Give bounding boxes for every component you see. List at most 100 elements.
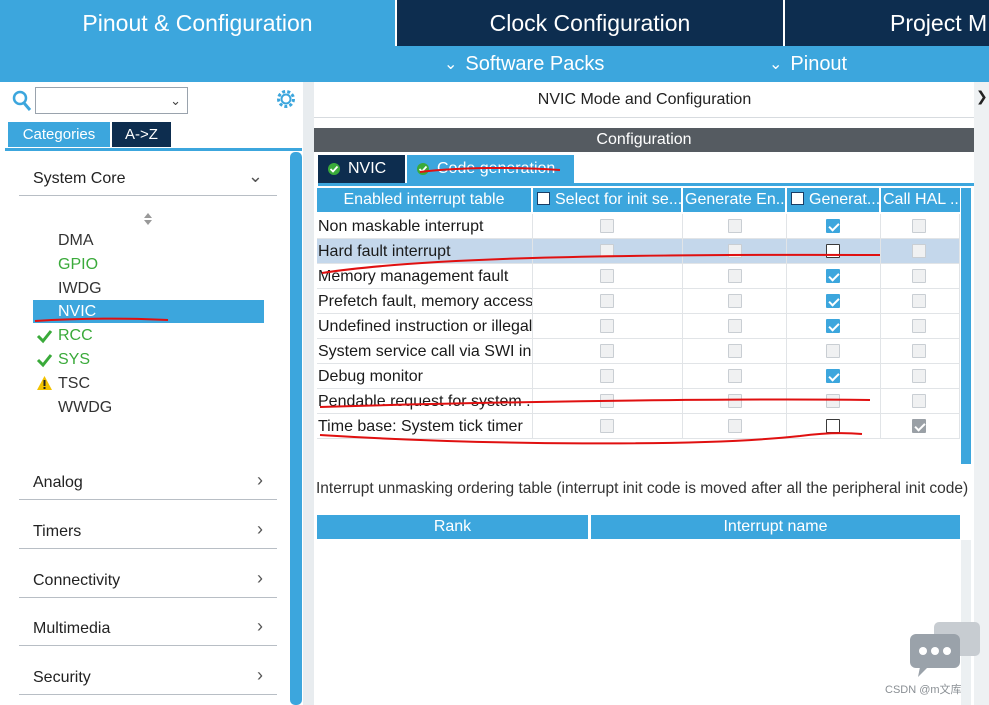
shield-check-icon <box>417 163 429 175</box>
tree-item-tsc[interactable]: TSC <box>33 372 264 395</box>
select-init-checkbox[interactable] <box>600 394 614 408</box>
table-row[interactable]: Non maskable interrupt <box>317 214 960 239</box>
generate-enable-cell <box>683 314 787 339</box>
generate-enable-checkbox[interactable] <box>728 419 742 433</box>
generate-enable-checkbox[interactable] <box>728 344 742 358</box>
column-header-call-hal[interactable]: Call HAL ... <box>881 188 960 212</box>
tree-item-sys[interactable]: SYS <box>33 348 264 371</box>
left-panel: ⌄ Categories A->Z System Core ⌄ DMA GPIO… <box>0 82 303 705</box>
select-init-checkbox[interactable] <box>600 294 614 308</box>
sort-icon[interactable] <box>142 212 154 226</box>
chevron-down-icon[interactable]: ⌄ <box>170 93 181 109</box>
call-hal-checkbox[interactable] <box>912 344 926 358</box>
generate-irq-checkbox[interactable] <box>826 294 840 308</box>
call-hal-checkbox[interactable] <box>912 219 926 233</box>
generate-enable-checkbox[interactable] <box>728 219 742 233</box>
generate-enable-cell <box>683 414 787 439</box>
generate-irq-checkbox[interactable] <box>826 394 840 408</box>
chat-bubble-icon[interactable] <box>908 622 982 678</box>
table-row[interactable]: Memory management fault <box>317 264 960 289</box>
panel-splitter[interactable] <box>303 82 314 705</box>
select-init-checkbox[interactable] <box>600 419 614 433</box>
select-all-checkbox[interactable] <box>537 192 550 205</box>
generate-irq-checkbox[interactable] <box>826 369 840 383</box>
select-init-checkbox[interactable] <box>600 219 614 233</box>
column-header-rank[interactable]: Rank <box>317 515 588 539</box>
table-row[interactable]: Undefined instruction or illegal... <box>317 314 960 339</box>
table-header: Enabled interrupt table Select for init … <box>317 188 960 212</box>
call-hal-cell <box>881 364 960 389</box>
call-hal-checkbox[interactable] <box>912 369 926 383</box>
call-hal-checkbox[interactable] <box>912 294 926 308</box>
generate-enable-cell <box>683 289 787 314</box>
tree-item-gpio[interactable]: GPIO <box>33 253 264 276</box>
search-icon[interactable] <box>12 90 32 112</box>
generate-enable-checkbox[interactable] <box>728 294 742 308</box>
section-multimedia[interactable]: Multimedia › <box>19 614 277 646</box>
select-init-checkbox[interactable] <box>600 344 614 358</box>
call-hal-checkbox[interactable] <box>912 394 926 408</box>
table-row[interactable]: Prefetch fault, memory access... <box>317 289 960 314</box>
section-connectivity[interactable]: Connectivity › <box>19 566 277 598</box>
section-analog[interactable]: Analog › <box>19 468 277 500</box>
section-system-core[interactable]: System Core ⌄ <box>19 164 277 196</box>
table-row[interactable]: Time base: System tick timer <box>317 414 960 439</box>
select-init-checkbox[interactable] <box>600 369 614 383</box>
generate-enable-checkbox[interactable] <box>728 269 742 283</box>
tree-item-rcc[interactable]: RCC <box>33 324 264 347</box>
table-row[interactable]: Hard fault interrupt <box>317 239 960 264</box>
generate-irq-checkbox[interactable] <box>826 269 840 283</box>
column-header-interrupt-name[interactable]: Interrupt name <box>591 515 960 539</box>
call-hal-checkbox[interactable] <box>912 319 926 333</box>
tab-pinout-configuration[interactable]: Pinout & Configuration <box>0 0 395 46</box>
tree-item-wwdg[interactable]: WWDG <box>33 396 264 419</box>
column-header-generate-irq[interactable]: Generat... <box>787 188 881 212</box>
unmask-ordering-label: Interrupt unmasking ordering table (inte… <box>316 480 969 497</box>
select-init-checkbox[interactable] <box>600 244 614 258</box>
generate-enable-checkbox[interactable] <box>728 394 742 408</box>
generate-irq-cell <box>787 239 881 264</box>
call-hal-checkbox[interactable] <box>912 244 926 258</box>
table-row[interactable]: Pendable request for system ... <box>317 389 960 414</box>
select-init-checkbox[interactable] <box>600 269 614 283</box>
software-packs-menu[interactable]: ⌄ Software Packs <box>444 46 604 82</box>
generate-irq-checkbox[interactable] <box>826 419 840 433</box>
tab-project-manager[interactable]: Project M <box>783 0 989 46</box>
call-hal-checkbox[interactable] <box>912 419 926 433</box>
tab-categories[interactable]: Categories <box>8 122 110 147</box>
generate-irq-cell <box>787 314 881 339</box>
generate-irq-checkbox[interactable] <box>826 219 840 233</box>
tab-nvic[interactable]: NVIC <box>318 155 405 183</box>
generate-irq-checkbox[interactable] <box>826 319 840 333</box>
generate-irq-checkbox[interactable] <box>826 344 840 358</box>
table-row[interactable]: System service call via SWI in... <box>317 339 960 364</box>
call-hal-cell <box>881 414 960 439</box>
generate-enable-checkbox[interactable] <box>728 369 742 383</box>
generate-enable-checkbox[interactable] <box>728 244 742 258</box>
table-scrollbar[interactable] <box>961 188 971 464</box>
category-underline <box>5 148 302 151</box>
section-timers[interactable]: Timers › <box>19 517 277 549</box>
table-row[interactable]: Debug monitor <box>317 364 960 389</box>
left-scrollbar[interactable] <box>290 152 302 705</box>
tab-code-generation[interactable]: Code generation <box>407 155 574 183</box>
tab-clock-configuration[interactable]: Clock Configuration <box>395 0 783 46</box>
tree-item-iwdg[interactable]: IWDG <box>33 277 264 300</box>
select-all-checkbox[interactable] <box>791 192 804 205</box>
column-header-enabled[interactable]: Enabled interrupt table <box>317 188 533 212</box>
tree-item-nvic[interactable]: NVIC <box>33 300 264 323</box>
column-header-select-init[interactable]: Select for init se... <box>533 188 683 212</box>
section-security[interactable]: Security › <box>19 663 277 695</box>
search-input[interactable]: ⌄ <box>35 87 188 114</box>
generate-irq-checkbox[interactable] <box>826 244 840 258</box>
collapse-arrow-icon[interactable]: ❯ <box>976 88 988 105</box>
generate-enable-checkbox[interactable] <box>728 319 742 333</box>
call-hal-checkbox[interactable] <box>912 269 926 283</box>
gear-icon[interactable] <box>275 88 297 110</box>
tree-item-dma[interactable]: DMA <box>33 229 264 252</box>
select-init-checkbox[interactable] <box>600 319 614 333</box>
column-header-generate-enable[interactable]: Generate En... <box>683 188 787 212</box>
tab-a-z[interactable]: A->Z <box>112 122 171 147</box>
interrupt-name-cell: Prefetch fault, memory access... <box>317 289 533 314</box>
pinout-menu[interactable]: ⌄ Pinout <box>769 46 847 82</box>
